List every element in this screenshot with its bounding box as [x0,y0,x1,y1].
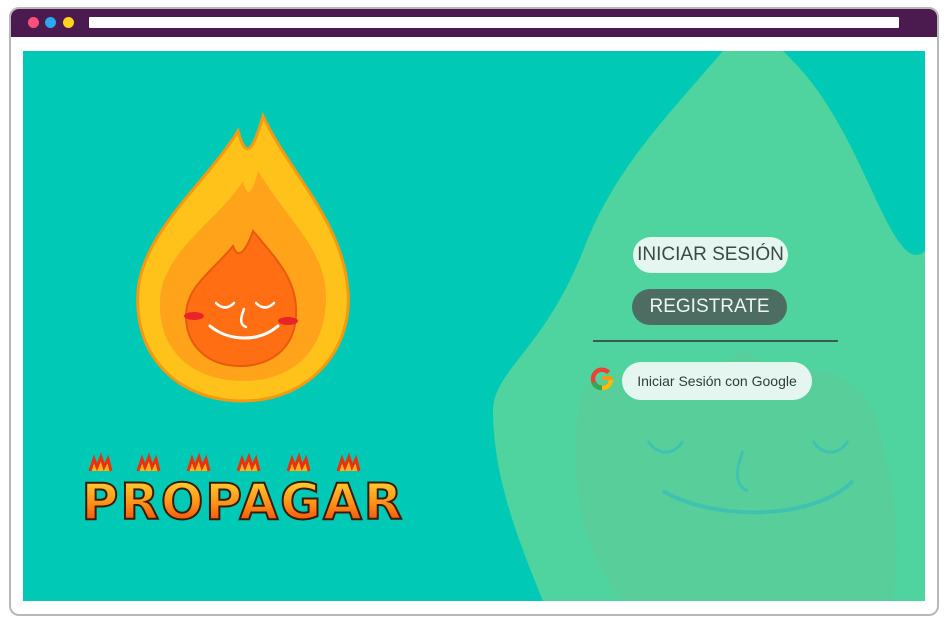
close-window-button[interactable] [28,17,39,28]
auth-divider [593,340,838,342]
login-button[interactable]: INICIAR SESIÓN [633,237,788,273]
flame-mascot-logo [136,111,350,403]
browser-titlebar [11,9,937,37]
page-viewport: PROPAGAR INICIAR SESIÓN REGISTRATE Inici… [23,51,925,601]
google-icon [590,367,614,391]
minimize-window-button[interactable] [45,17,56,28]
logo-text-label: PROPAGAR [82,473,405,531]
google-login-button[interactable]: Iniciar Sesión con Google [622,362,812,400]
address-bar[interactable] [89,17,899,28]
maximize-window-button[interactable] [63,17,74,28]
propagar-wordmark: PROPAGAR [81,452,405,531]
browser-window: PROPAGAR INICIAR SESIÓN REGISTRATE Inici… [9,7,939,616]
register-button[interactable]: REGISTRATE [632,289,787,325]
